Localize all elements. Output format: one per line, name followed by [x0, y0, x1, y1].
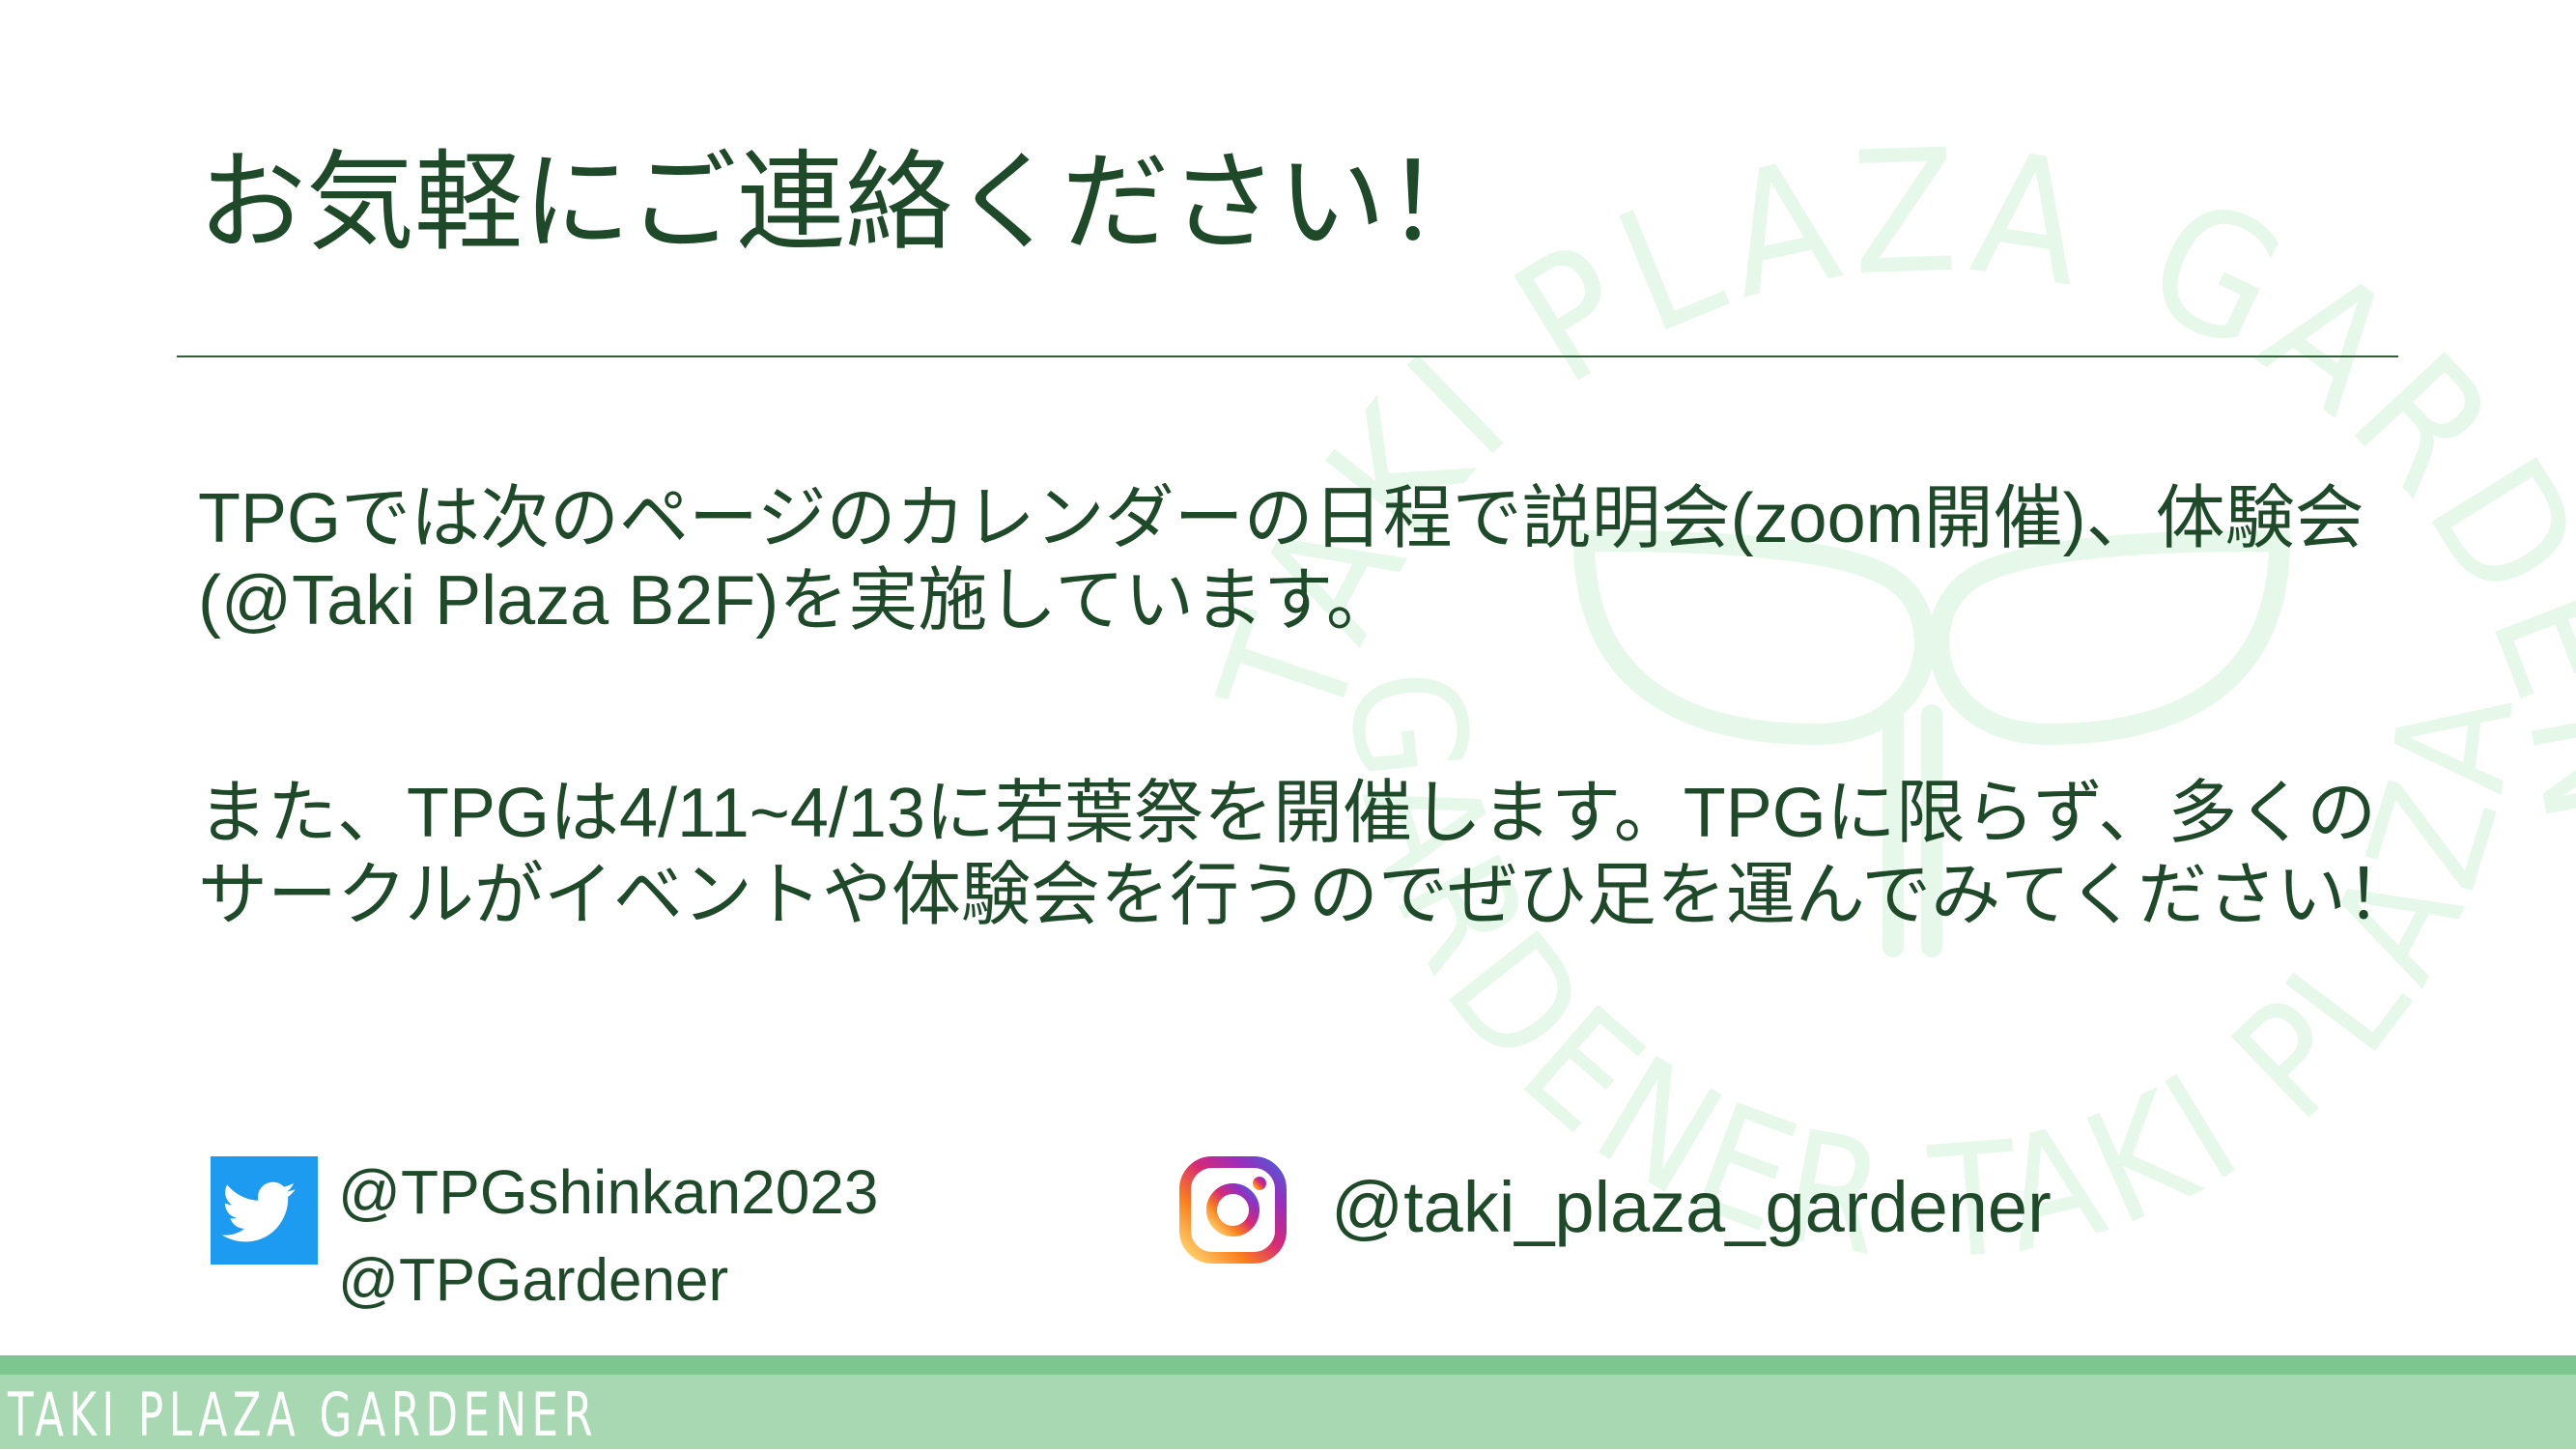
- footer-label: TAKI PLAZA GARDENER: [8, 1379, 599, 1450]
- svg-text:TAKI PLAZA GARDENER: TAKI PLAZA GARDENER: [0, 0, 2576, 845]
- twitter-handle-primary[interactable]: @TPGshinkan2023: [338, 1156, 879, 1228]
- title-divider: [177, 355, 2398, 357]
- footer-stripe: [0, 1355, 2576, 1375]
- instagram-icon[interactable]: [1178, 1155, 1288, 1265]
- info-paragraph: TPGでは次のページのカレンダーの日程で説明会(zoom開催)、体験会(@Tak…: [198, 480, 2364, 640]
- twitter-bird-icon[interactable]: [211, 1156, 318, 1265]
- page-title: お気軽にご連絡ください！: [198, 142, 1494, 263]
- instagram-handle[interactable]: @taki_plaza_gardener: [1331, 1166, 2052, 1248]
- festival-paragraph: また、TPGは4/11~4/13に若葉祭を開催します。TPGに限らず、多くのサー…: [198, 775, 2417, 934]
- twitter-handle-secondary[interactable]: @TPGardener: [338, 1246, 728, 1315]
